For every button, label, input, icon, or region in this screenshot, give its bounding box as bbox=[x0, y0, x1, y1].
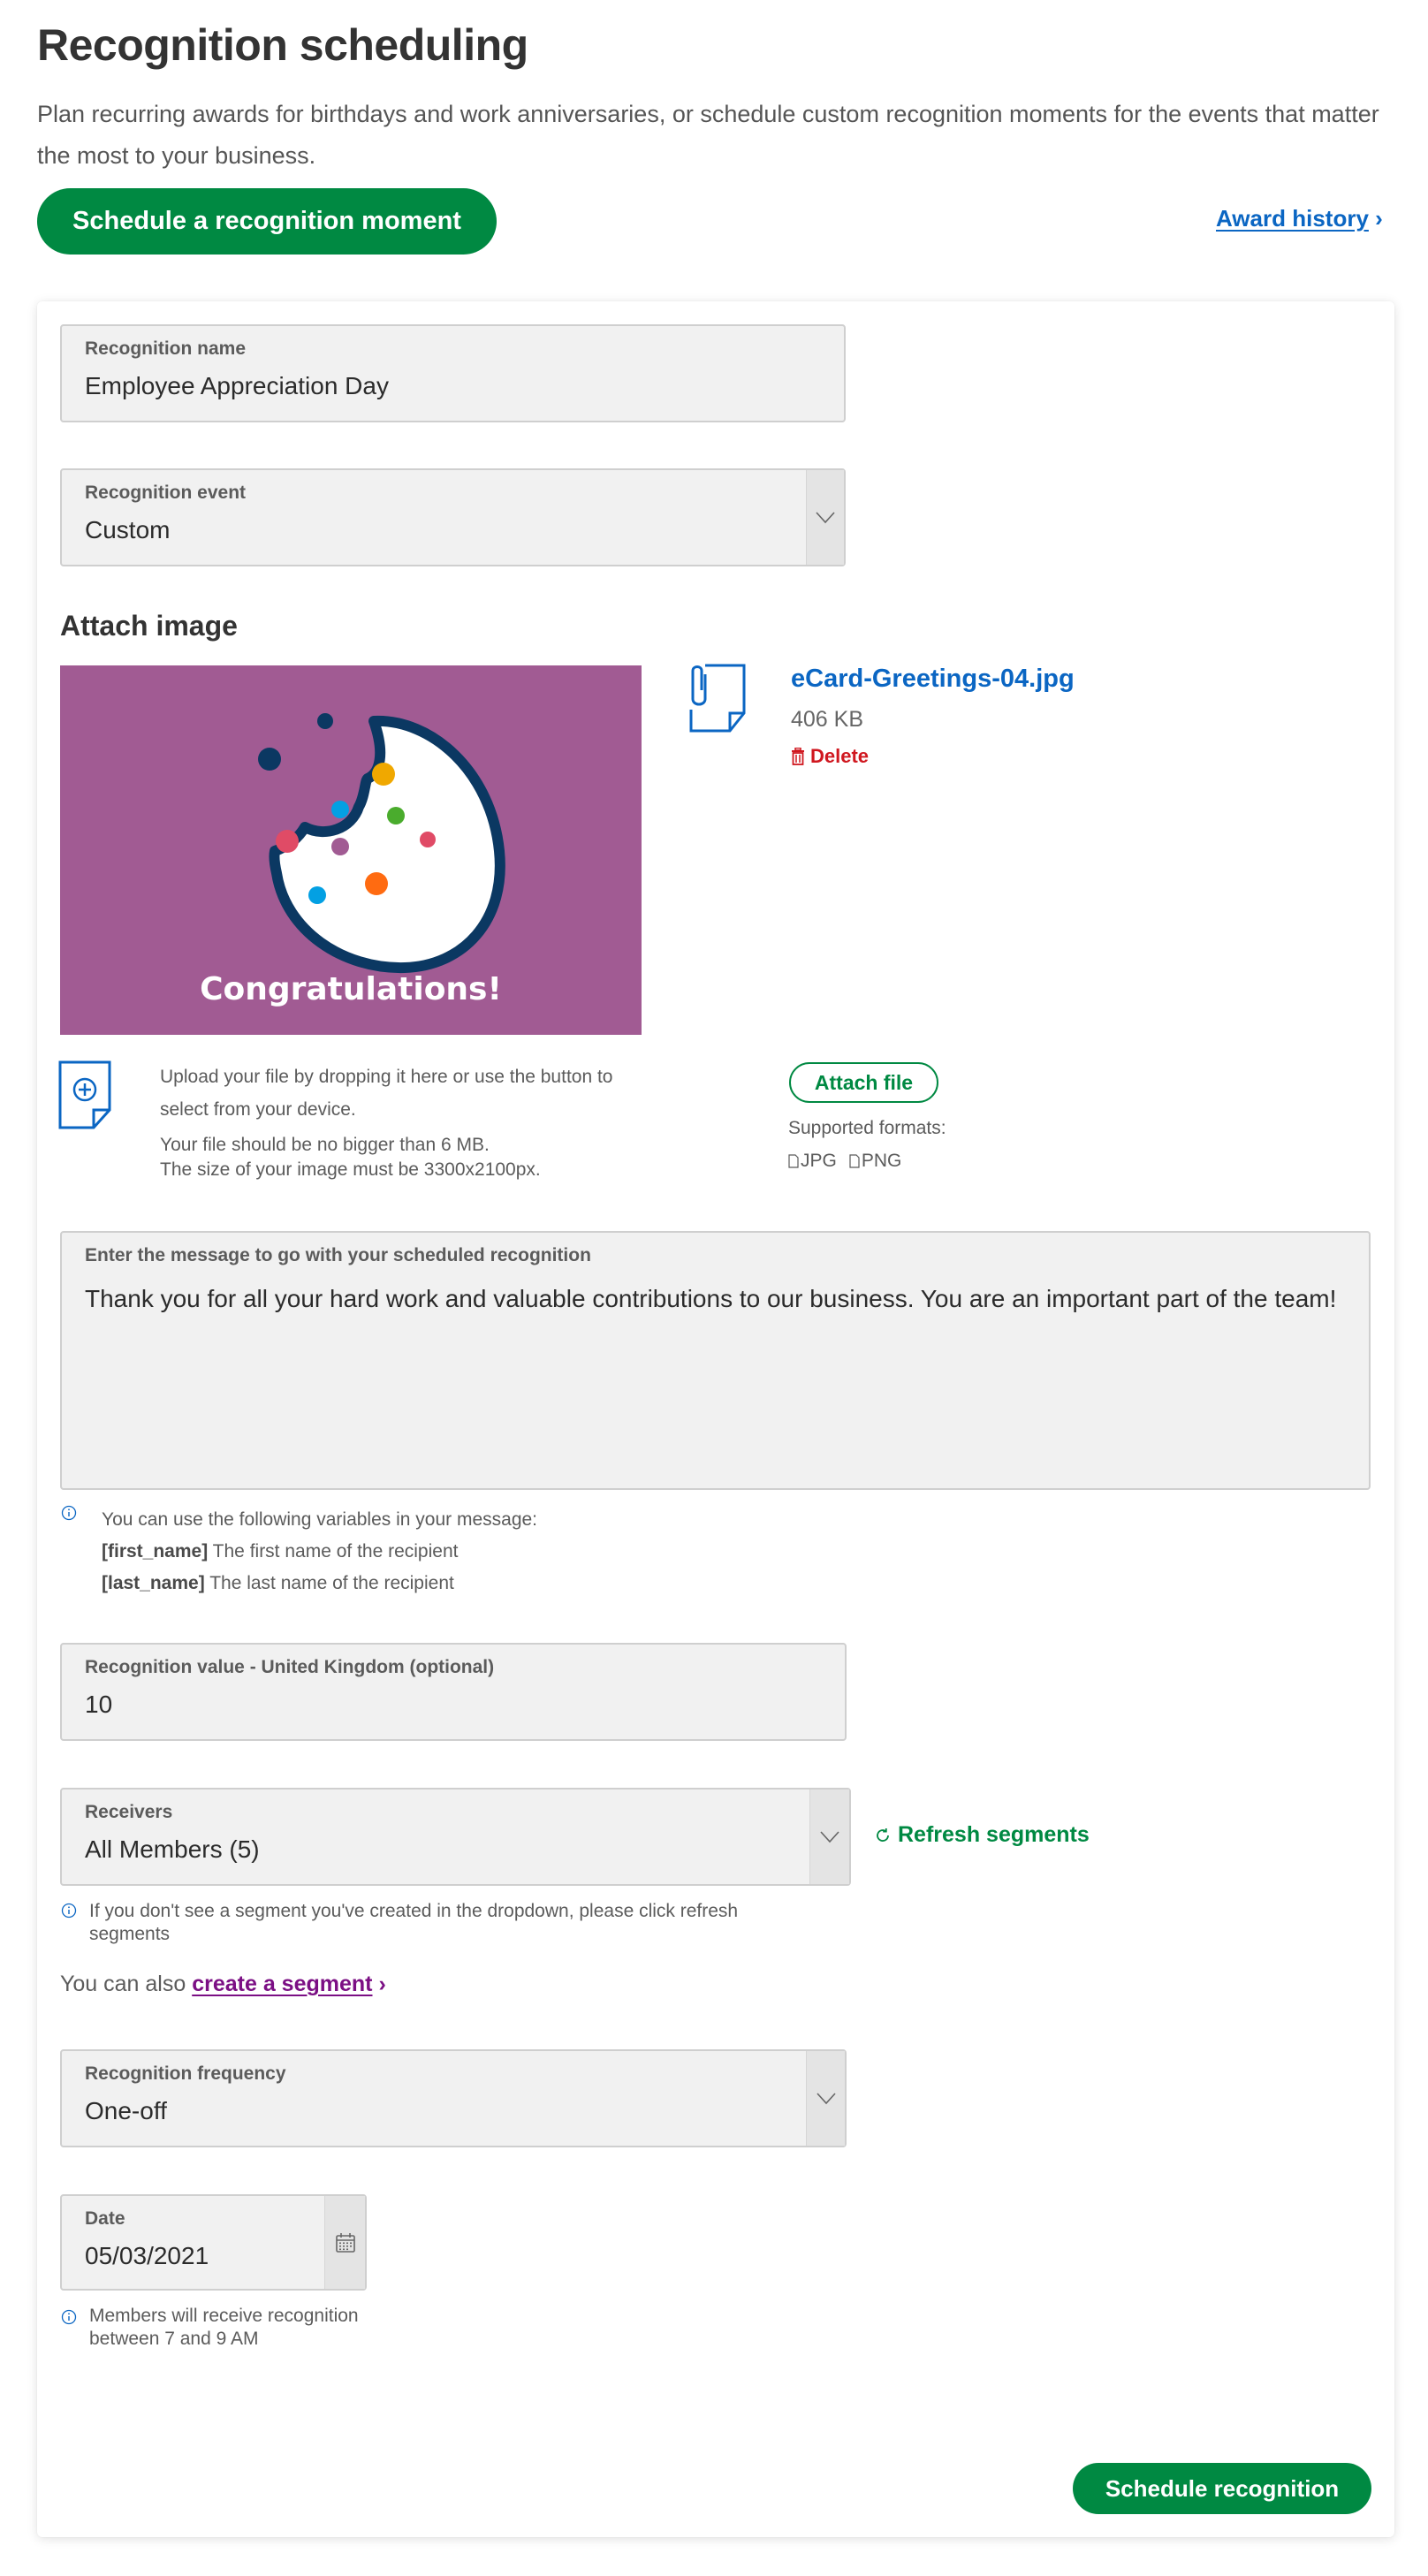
size-limit-text: Your file should be no bigger than 6 MB. bbox=[160, 1135, 490, 1155]
page-description: Plan recurring awards for birthdays and … bbox=[37, 101, 1379, 169]
chevron-right-icon: › bbox=[378, 1972, 386, 1996]
info-circle-icon bbox=[61, 2309, 77, 2325]
date-hint: Members will receive recognition between… bbox=[89, 2306, 359, 2349]
format-label: JPG bbox=[801, 1151, 837, 1171]
info-circle-icon bbox=[61, 1903, 77, 1919]
receivers-hint: If you don't see a segment you've create… bbox=[89, 1900, 738, 1946]
cookie-illustration: Congratulations! bbox=[60, 665, 642, 1035]
schedule-recognition-moment-button[interactable]: Schedule a recognition moment bbox=[37, 188, 497, 255]
attached-file-name-link[interactable]: eCard-Greetings-04.jpg bbox=[791, 665, 1075, 694]
message-label: Enter the message to go with your schedu… bbox=[85, 1245, 591, 1265]
recognition-value-label: Recognition value - United Kingdom (opti… bbox=[85, 1657, 495, 1677]
recognition-name-label: Recognition name bbox=[85, 338, 247, 359]
delete-file-button[interactable]: Delete bbox=[791, 745, 869, 768]
format-jpg: JPG bbox=[788, 1151, 837, 1172]
recognition-frequency-label: Recognition frequency bbox=[85, 2063, 286, 2084]
supported-formats-label: Supported formats: bbox=[788, 1118, 946, 1138]
document-icon bbox=[788, 1154, 799, 1168]
receivers-hint-line: segments bbox=[89, 1924, 171, 1944]
chevron-right-icon: › bbox=[1375, 205, 1383, 232]
receivers-label: Receivers bbox=[85, 1802, 173, 1822]
message-textarea[interactable]: Enter the message to go with your schedu… bbox=[60, 1231, 1371, 1490]
document-icon bbox=[849, 1154, 860, 1168]
date-value: 05/03/2021 bbox=[85, 2242, 209, 2269]
attached-file-size: 406 KB bbox=[791, 707, 864, 732]
recognition-event-value: Custom bbox=[85, 516, 171, 543]
recognition-frequency-value: One-off bbox=[85, 2097, 167, 2124]
image-preview: Congratulations! bbox=[60, 665, 642, 1035]
variable-description: The last name of the recipient bbox=[209, 1573, 454, 1593]
refresh-segments-button[interactable]: Refresh segments bbox=[875, 1822, 1090, 1848]
date-field[interactable]: Date 05/03/2021 bbox=[60, 2194, 367, 2291]
preview-caption: Congratulations! bbox=[200, 971, 502, 1007]
page-title: Recognition scheduling bbox=[37, 20, 528, 70]
variable-item: [last_name] The last name of the recipie… bbox=[102, 1568, 537, 1600]
upload-instructions: Upload your file by dropping it here or … bbox=[160, 1067, 613, 1087]
receivers-hint-line: If you don't see a segment you've create… bbox=[89, 1901, 739, 1921]
recognition-name-field[interactable]: Recognition name Employee Appreciation D… bbox=[60, 324, 846, 422]
calendar-icon bbox=[335, 2232, 355, 2253]
create-segment-row: You can also create a segment › bbox=[60, 1972, 386, 1997]
attach-image-heading: Attach image bbox=[60, 610, 238, 642]
paperclip-document-icon bbox=[689, 664, 746, 733]
refresh-segments-label: Refresh segments bbox=[898, 1822, 1090, 1847]
create-segment-prefix: You can also bbox=[60, 1972, 186, 1996]
variable-description: The first name of the recipient bbox=[212, 1541, 459, 1562]
recognition-value-field[interactable]: Recognition value - United Kingdom (opti… bbox=[60, 1643, 847, 1741]
recognition-value-value: 10 bbox=[85, 1691, 113, 1718]
dimension-requirement-text: The size of your image must be 3300x2100… bbox=[160, 1159, 541, 1180]
variable-token: [first_name] bbox=[102, 1541, 209, 1562]
format-label: PNG bbox=[861, 1151, 902, 1171]
calendar-button[interactable] bbox=[324, 2196, 365, 2289]
variables-intro: You can use the following variables in y… bbox=[102, 1509, 538, 1530]
document-plus-icon bbox=[58, 1060, 111, 1129]
award-history-link-label: Award history bbox=[1216, 205, 1369, 232]
chevron-down-icon[interactable] bbox=[806, 470, 844, 565]
message-variables-hint: You can use the following variables in y… bbox=[102, 1504, 537, 1600]
chevron-down-icon[interactable] bbox=[806, 2051, 845, 2146]
variable-token: [last_name] bbox=[102, 1573, 205, 1593]
recognition-event-select[interactable]: Recognition event Custom bbox=[60, 468, 846, 566]
receivers-select[interactable]: Receivers All Members (5) bbox=[60, 1788, 851, 1886]
create-segment-link[interactable]: create a segment bbox=[192, 1972, 372, 1996]
chevron-down-icon[interactable] bbox=[809, 1790, 849, 1884]
schedule-recognition-button[interactable]: Schedule recognition bbox=[1073, 2463, 1371, 2514]
upload-instructions-cont: select from your device. bbox=[160, 1099, 356, 1120]
recognition-frequency-select[interactable]: Recognition frequency One-off bbox=[60, 2049, 847, 2147]
recognition-event-label: Recognition event bbox=[85, 483, 247, 503]
variable-item: [first_name] The first name of the recip… bbox=[102, 1536, 537, 1568]
supported-formats-list: JPG PNG bbox=[788, 1151, 901, 1172]
refresh-icon bbox=[877, 1828, 889, 1842]
trash-icon bbox=[792, 748, 804, 765]
delete-label: Delete bbox=[810, 745, 870, 767]
message-value: Thank you for all your hard work and val… bbox=[85, 1285, 1337, 1312]
attach-file-button[interactable]: Attach file bbox=[789, 1062, 938, 1103]
info-circle-icon bbox=[61, 1505, 77, 1521]
award-history-link[interactable]: Award history › bbox=[1216, 205, 1383, 232]
date-label: Date bbox=[85, 2208, 125, 2229]
receivers-value: All Members (5) bbox=[85, 1835, 260, 1863]
recognition-name-value: Employee Appreciation Day bbox=[85, 372, 389, 399]
format-png: PNG bbox=[849, 1151, 902, 1172]
